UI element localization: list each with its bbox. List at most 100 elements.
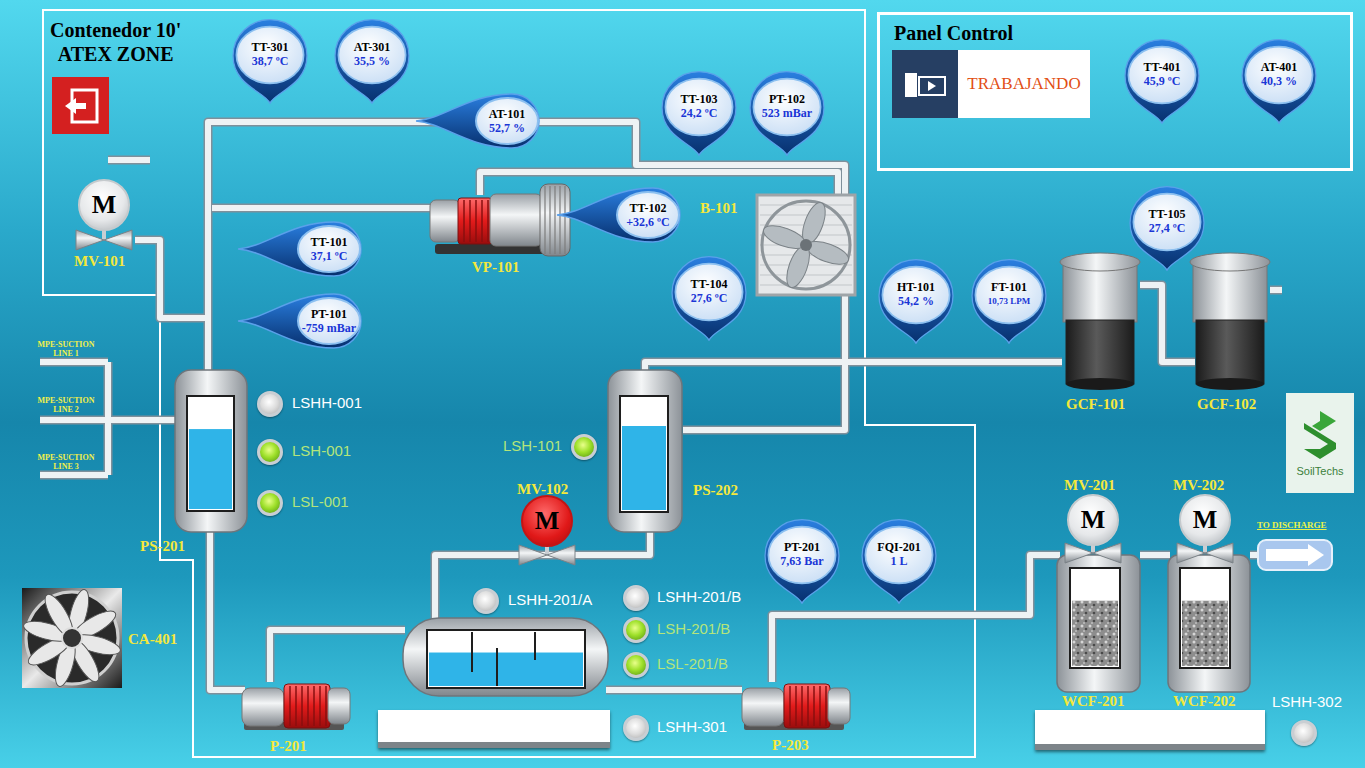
sensor-gauge: PT-102523 mBar xyxy=(745,70,829,156)
sensor-tag: AT-401 xyxy=(1261,60,1298,74)
company-logo: SoilTechs xyxy=(1286,393,1354,493)
water-carbon-filter-icon xyxy=(1168,555,1250,692)
discharge-arrow-icon xyxy=(1258,540,1332,570)
water-carbon-filter-icon xyxy=(1057,555,1140,692)
equipment-label: B-101 xyxy=(700,199,738,217)
discharge-link[interactable]: TO DISCHARGE xyxy=(1257,520,1327,531)
level-switch-label: LSL-001 xyxy=(292,493,349,511)
level-switch-indicator xyxy=(623,715,649,741)
zone-title-text: Contenedor 10' xyxy=(50,18,181,42)
vacuum-pump-icon xyxy=(430,184,570,256)
sensor-value: 37,1 ºC xyxy=(311,249,348,263)
sensor-gauge: TT-40145,9 ºC xyxy=(1120,38,1204,124)
level-switch-label: LSHH-201/B xyxy=(657,588,741,606)
sensor-value: 1 L xyxy=(890,554,907,568)
exit-door-icon xyxy=(62,87,100,125)
level-switch-label: LSHH-301 xyxy=(657,718,727,736)
sensor-value: 45,9 ºC xyxy=(1144,74,1181,88)
tank-icon xyxy=(608,370,682,532)
level-switch-label: LSH-001 xyxy=(292,442,351,460)
status-display: TRABAJANDO xyxy=(892,50,1090,118)
level-switch-label: LSHH-302 xyxy=(1272,693,1342,711)
soiltechs-logo-icon xyxy=(1300,409,1340,461)
pump-icon xyxy=(742,684,850,730)
equipment-label: PS-202 xyxy=(693,481,738,499)
atex-zone-border xyxy=(43,10,975,757)
level-switch-indicator xyxy=(623,617,649,643)
level-switch-indicator xyxy=(1291,720,1317,746)
sensor-value: 35,5 % xyxy=(354,54,390,68)
equipment-label: GCF-102 xyxy=(1197,395,1256,413)
equipment-label: VP-101 xyxy=(472,258,520,276)
sensor-tag: FQI-201 xyxy=(877,540,920,554)
level-switch-indicator xyxy=(571,434,597,460)
sensor-value: 27,6 ºC xyxy=(691,291,728,305)
level-switch-indicator xyxy=(257,391,283,417)
equipment-label: MV-101 xyxy=(74,252,125,270)
equipment-label: MV-202 xyxy=(1173,476,1224,494)
valve-actuator-button[interactable]: M xyxy=(1179,494,1231,546)
sensor-gauge: HT-10154,2 % xyxy=(874,258,958,344)
sensor-gauge: AT-40140,3 % xyxy=(1237,38,1321,124)
equipment-label: MV-201 xyxy=(1064,476,1115,494)
sensor-tag: PT-201 xyxy=(784,540,820,554)
valve-symbol: M xyxy=(535,506,560,536)
level-switch-indicator xyxy=(473,588,499,614)
sensor-value: 10,73 LPM xyxy=(988,294,1031,308)
equipment-label: WCF-201 xyxy=(1062,692,1125,710)
sensor-value: 7,63 Bar xyxy=(780,554,823,568)
suction-line-label: MPE-SUCTIONLINE 1 xyxy=(28,340,104,358)
sensor-gauge: TT-10427,6 ºC xyxy=(667,255,751,341)
valve-actuator-button[interactable]: M xyxy=(78,179,130,231)
equipment-label: GCF-101 xyxy=(1066,395,1125,413)
sensor-tag: AT-301 xyxy=(354,40,391,54)
valve-actuator-button[interactable]: M xyxy=(1067,494,1119,546)
sensor-tag: TT-105 xyxy=(1149,207,1186,221)
sensor-value: +32,6 ºC xyxy=(626,215,669,229)
equipment-label: CA-401 xyxy=(128,630,177,648)
sensor-value: 52,7 % xyxy=(489,121,525,135)
sensor-tag: AT-101 xyxy=(489,107,526,121)
level-switch-indicator xyxy=(623,652,649,678)
sensor-value: -759 mBar xyxy=(302,321,356,335)
sensor-value: 24,2 ºC xyxy=(681,106,718,120)
sensor-tag: FT-101 xyxy=(991,280,1027,294)
valve-symbol: M xyxy=(1081,505,1106,535)
exit-button[interactable] xyxy=(52,77,109,134)
sensor-gauge: AT-10152,7 % xyxy=(414,92,541,150)
sensor-gauge: PT-101-759 mBar xyxy=(236,292,363,350)
sensor-gauge: TT-10324,2 ºC xyxy=(657,70,741,156)
sensor-value: 27,4 ºC xyxy=(1149,221,1186,235)
sensor-gauge: TT-30138,7 ºC xyxy=(228,18,312,104)
equipment-label: PS-201 xyxy=(140,537,185,555)
gas-filter-icon xyxy=(1190,253,1270,390)
sensor-tag: TT-103 xyxy=(681,92,718,106)
valve-symbol: M xyxy=(92,190,117,220)
sensor-gauge: AT-30135,5 % xyxy=(330,18,414,104)
sensor-value: 40,3 % xyxy=(1261,74,1297,88)
level-switch-label: LSL-201/B xyxy=(657,655,728,673)
level-switch-label: LSHH-201/A xyxy=(508,591,592,609)
scada-screen: Contenedor 10'ATEX ZONEPanel ControlTRAB… xyxy=(0,0,1365,768)
sensor-value: 523 mBar xyxy=(762,106,812,120)
blower-fan-icon xyxy=(757,195,855,295)
logo-text: SoilTechs xyxy=(1296,465,1343,478)
equipment-label: P-201 xyxy=(270,737,307,755)
valve-actuator-button[interactable]: M xyxy=(521,495,573,547)
equipment-label: P-203 xyxy=(772,736,809,754)
status-text: TRABAJANDO xyxy=(967,71,1080,97)
level-switch-label: LSH-101 xyxy=(503,437,562,455)
sensor-gauge: TT-102+32,6 ºC xyxy=(555,186,682,244)
gas-filter-icon xyxy=(1060,253,1140,390)
sensor-value: 38,7 ºC xyxy=(252,54,289,68)
sensor-tag: HT-101 xyxy=(897,280,935,294)
display-box xyxy=(378,710,610,748)
sensor-gauge: PT-2017,63 Bar xyxy=(760,518,844,604)
suction-line-label: MPE-SUCTIONLINE 2 xyxy=(28,396,104,414)
sensor-gauge: FT-10110,73 LPM xyxy=(967,258,1051,344)
sensor-gauge: TT-10527,4 ºC xyxy=(1125,185,1209,271)
sensor-tag: TT-104 xyxy=(691,277,728,291)
valve-symbol: M xyxy=(1193,505,1218,535)
zone-title: Contenedor 10'ATEX ZONE xyxy=(50,18,181,66)
level-switch-indicator xyxy=(257,490,283,516)
